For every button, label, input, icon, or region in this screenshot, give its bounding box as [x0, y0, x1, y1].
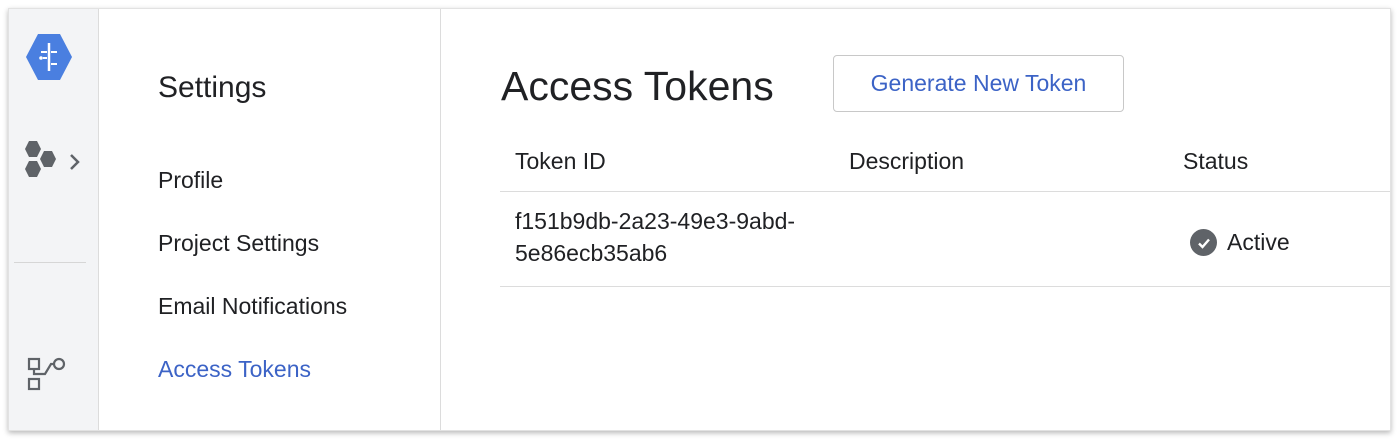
- generate-token-button[interactable]: Generate New Token: [833, 55, 1124, 112]
- workflow-icon[interactable]: [25, 355, 69, 395]
- row-divider: [500, 286, 1390, 287]
- nav-item-project-settings[interactable]: Project Settings: [158, 230, 319, 257]
- hexagon-cluster-icon: [25, 141, 56, 177]
- nav-item-profile[interactable]: Profile: [158, 167, 223, 194]
- app-window: Settings Profile Project Settings Email …: [8, 8, 1391, 431]
- main-content: Access Tokens Generate New Token Token I…: [441, 9, 1390, 430]
- check-circle-icon: [1190, 229, 1217, 256]
- hexagon-logo-icon[interactable]: [23, 31, 75, 83]
- page-title: Access Tokens: [501, 63, 774, 109]
- header-divider: [500, 191, 1390, 192]
- chevron-right-icon: [70, 154, 80, 170]
- token-id-line2: 5e86ecb35ab6: [515, 240, 668, 266]
- nav-item-access-tokens[interactable]: Access Tokens: [158, 356, 311, 383]
- rail-divider: [14, 262, 86, 263]
- status-label: Active: [1227, 229, 1290, 255]
- nav-item-email-notifications[interactable]: Email Notifications: [158, 293, 347, 320]
- token-id-cell[interactable]: f151b9db-2a23-49e3-9abd- 5e86ecb35ab6: [515, 205, 795, 269]
- settings-title: Settings: [158, 71, 267, 104]
- status-cell: Active: [1190, 229, 1290, 256]
- token-id-line1: f151b9db-2a23-49e3-9abd-: [515, 208, 796, 234]
- column-header-status[interactable]: Status: [1183, 148, 1248, 175]
- column-header-description[interactable]: Description: [849, 148, 964, 175]
- left-rail: [9, 9, 99, 430]
- column-header-token-id[interactable]: Token ID: [515, 148, 606, 175]
- settings-nav: Settings Profile Project Settings Email …: [99, 9, 441, 430]
- hexagon-cluster-button[interactable]: [17, 139, 87, 185]
